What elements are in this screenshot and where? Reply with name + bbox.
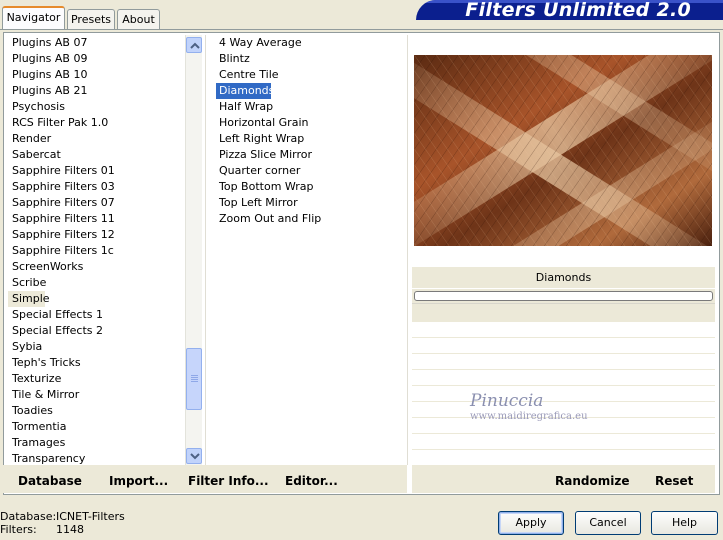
grip-line: [191, 381, 198, 382]
status-database-label: Database:: [0, 510, 57, 523]
filter-item[interactable]: Half Wrap: [216, 99, 406, 115]
category-item[interactable]: Sybia: [8, 339, 184, 355]
category-item[interactable]: Simple: [8, 291, 50, 307]
scroll-down-button[interactable]: [186, 448, 202, 464]
category-item[interactable]: Teph's Tricks: [8, 355, 184, 371]
category-item[interactable]: Toadies: [8, 403, 184, 419]
status-filters-value: 1148: [56, 523, 84, 536]
category-item[interactable]: Special Effects 1: [8, 307, 184, 323]
status-database-value: ICNET-Filters: [56, 510, 125, 523]
filter-list[interactable]: 4 Way Average Blintz Centre Tile Diamonds Ha…: [216, 35, 406, 227]
progress-row: [412, 289, 715, 303]
preview-image: [414, 55, 712, 246]
filter-item[interactable]: Top Left Mirror: [216, 195, 406, 211]
randomize-link[interactable]: Randomize: [555, 474, 629, 488]
database-link[interactable]: Database: [18, 474, 82, 488]
grip-line: [191, 377, 198, 378]
navigator-panel: Plugins AB 07 Plugins AB 09 Plugins AB 10 P…: [3, 32, 720, 495]
category-item[interactable]: Tormentia: [8, 419, 184, 435]
category-item[interactable]: Scribe: [8, 275, 184, 291]
category-item[interactable]: RCS Filter Pak 1.0: [8, 115, 184, 131]
status-filters-row: Filters: 1148: [0, 523, 140, 536]
filter-item[interactable]: 4 Way Average: [216, 35, 406, 51]
tab-navigator[interactable]: Navigator: [2, 6, 65, 30]
category-scrollbar[interactable]: [185, 35, 202, 465]
list-footer: Database Import... Filter Info... Editor…: [3, 465, 407, 493]
category-item[interactable]: Psychosis: [8, 99, 184, 115]
param-slot: [412, 449, 715, 465]
category-item[interactable]: Tramages: [8, 435, 184, 451]
cancel-button[interactable]: Cancel: [575, 511, 641, 535]
filter-item[interactable]: Diamonds: [216, 83, 274, 99]
column-divider: [205, 35, 206, 465]
category-item[interactable]: Texturize: [8, 371, 184, 387]
editor-link[interactable]: Editor...: [285, 474, 338, 488]
category-item[interactable]: Sapphire Filters 01: [8, 163, 184, 179]
category-item[interactable]: Special Effects 2: [8, 323, 184, 339]
grip-line: [191, 379, 198, 380]
grip-line: [191, 375, 198, 376]
filter-item[interactable]: Zoom Out and Flip: [216, 211, 406, 227]
category-list[interactable]: Plugins AB 07 Plugins AB 09 Plugins AB 10 P…: [8, 35, 184, 467]
preview-pattern: [414, 55, 712, 246]
category-item[interactable]: Plugins AB 09: [8, 51, 184, 67]
param-slot: [412, 353, 715, 369]
category-item[interactable]: Render: [8, 131, 184, 147]
progress-bar: [414, 291, 713, 301]
filter-item[interactable]: Pizza Slice Mirror: [216, 147, 406, 163]
scroll-thumb[interactable]: [186, 348, 202, 410]
tab-baseline: [0, 29, 723, 30]
watermark-name: Pinuccia: [470, 391, 544, 411]
filter-item[interactable]: Top Bottom Wrap: [216, 179, 406, 195]
param-slot: [412, 321, 715, 337]
filter-item[interactable]: Left Right Wrap: [216, 131, 406, 147]
category-item[interactable]: Tile & Mirror: [8, 387, 184, 403]
app-banner: Filters Unlimited 2.0: [416, 0, 723, 20]
banner-title: Filters Unlimited 2.0: [465, 0, 691, 20]
filter-parameters: Diamonds: [412, 267, 715, 465]
category-item[interactable]: Plugins AB 10: [8, 67, 184, 83]
tab-presets[interactable]: Presets: [67, 9, 115, 30]
filter-info-link[interactable]: Filter Info...: [188, 474, 269, 488]
preview-footer: Randomize Reset: [412, 465, 715, 493]
filter-name-label: Diamonds: [412, 267, 715, 289]
filter-item[interactable]: Quarter corner: [216, 163, 406, 179]
chevron-up-icon: [190, 42, 200, 49]
status-filters-label: Filters:: [0, 523, 37, 536]
apply-button[interactable]: Apply: [498, 511, 564, 535]
category-item[interactable]: Sapphire Filters 03: [8, 179, 184, 195]
category-item[interactable]: Sapphire Filters 11: [8, 211, 184, 227]
scroll-up-button[interactable]: [186, 37, 202, 53]
import-link[interactable]: Import...: [109, 474, 168, 488]
param-slot: [412, 369, 715, 385]
column-divider: [407, 35, 408, 465]
param-spacer: [412, 303, 715, 321]
watermark-url: www.maidiregrafica.eu: [470, 411, 588, 422]
status-area: Database: ICNET-Filters Filters: 1148: [0, 510, 140, 536]
category-item[interactable]: Sapphire Filters 07: [8, 195, 184, 211]
param-slot: [412, 433, 715, 449]
category-item[interactable]: Sabercat: [8, 147, 184, 163]
category-item[interactable]: Sapphire Filters 1c: [8, 243, 184, 259]
watermark: Pinuccia www.maidiregrafica.eu: [470, 391, 588, 422]
category-item[interactable]: Plugins AB 07: [8, 35, 184, 51]
help-button[interactable]: Help: [651, 511, 718, 535]
tab-about[interactable]: About: [117, 9, 160, 30]
category-item[interactable]: ScreenWorks: [8, 259, 184, 275]
filter-item[interactable]: Centre Tile: [216, 67, 406, 83]
status-database-row: Database: ICNET-Filters: [0, 510, 140, 523]
category-item[interactable]: Sapphire Filters 12: [8, 227, 184, 243]
reset-link[interactable]: Reset: [655, 474, 693, 488]
filter-item[interactable]: Blintz: [216, 51, 406, 67]
param-slot: [412, 337, 715, 353]
category-item[interactable]: Plugins AB 21: [8, 83, 184, 99]
filter-item[interactable]: Horizontal Grain: [216, 115, 406, 131]
chevron-down-icon: [190, 453, 200, 460]
